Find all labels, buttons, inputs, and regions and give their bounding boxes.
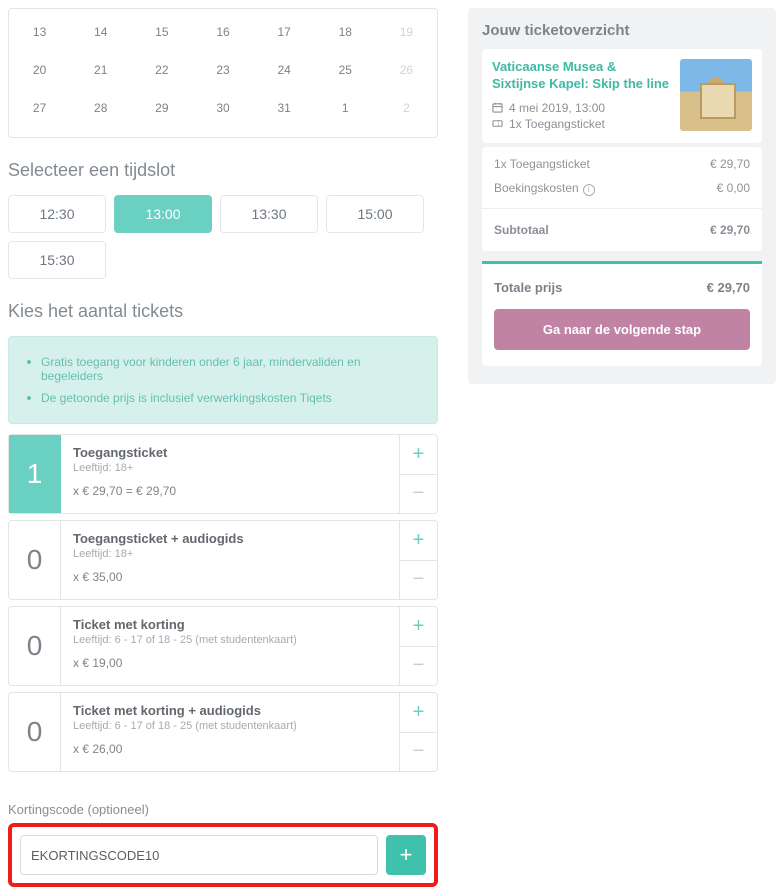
ticket-age: Leeftijd: 18+ <box>73 548 387 560</box>
calendar-day[interactable]: 1 <box>315 89 376 127</box>
ticket-body: Toegangsticket + audiogids Leeftijd: 18+ x… <box>61 521 399 599</box>
calendar-day[interactable]: 30 <box>192 89 253 127</box>
calendar-day[interactable]: 25 <box>315 51 376 89</box>
product-title: Vaticaanse Musea & Sixtijnse Kapel: Skip… <box>492 59 670 93</box>
ticket-price: x € 29,70 = € 29,70 <box>73 484 387 498</box>
calendar-day[interactable]: 17 <box>254 13 315 51</box>
calendar-day[interactable]: 24 <box>254 51 315 89</box>
tickets-heading: Kies het aantal tickets <box>8 301 438 322</box>
product-thumbnail <box>680 59 752 131</box>
cart-subtotal-row: Subtotaal € 29,70 <box>482 208 762 251</box>
calendar-day: 19 <box>376 13 437 51</box>
timeslot-button[interactable]: 15:00 <box>326 195 424 233</box>
ticket-icon <box>492 118 503 129</box>
timeslot-heading: Selecteer een tijdslot <box>8 160 438 181</box>
product-date: 4 mei 2019, 13:00 <box>509 101 605 115</box>
ticket-row: 0 Ticket met korting Leeftijd: 6 - 17 of 1… <box>8 606 438 686</box>
ticket-body: Ticket met korting Leeftijd: 6 - 17 of 18… <box>61 607 399 685</box>
ticket-price: x € 35,00 <box>73 570 387 584</box>
total-value: € 29,70 <box>707 280 750 295</box>
info-line: De getoonde prijs is inclusief verwerkin… <box>27 387 419 409</box>
coupon-label: Kortingscode (optioneel) <box>8 802 438 817</box>
ticket-price: x € 26,00 <box>73 742 387 756</box>
coupon-highlight: + <box>8 823 438 887</box>
ticket-qty: 1 <box>9 435 61 513</box>
ticket-name: Toegangsticket + audiogids <box>73 531 387 546</box>
ticket-minus-button[interactable]: − <box>400 733 437 772</box>
calendar-day[interactable]: 22 <box>131 51 192 89</box>
ticket-minus-button[interactable]: − <box>400 561 437 600</box>
calendar-day[interactable]: 14 <box>70 13 131 51</box>
ticket-minus-button[interactable]: − <box>400 647 437 686</box>
cart-line-item: 1x Toegangsticket € 29,70 <box>482 147 762 171</box>
calendar-day[interactable]: 29 <box>131 89 192 127</box>
cart-total-bar: Totale prijs € 29,70 Ga naar de volgende… <box>482 261 762 366</box>
calendar-day[interactable]: 23 <box>192 51 253 89</box>
subtotal-value: € 29,70 <box>710 223 750 237</box>
calendar-day: 26 <box>376 51 437 89</box>
ticket-minus-button[interactable]: − <box>400 475 437 514</box>
ticket-body: Toegangsticket Leeftijd: 18+ x € 29,70 = €… <box>61 435 399 513</box>
ticket-qty: 0 <box>9 521 61 599</box>
ticket-body: Ticket met korting + audiogids Leeftijd: … <box>61 693 399 771</box>
ticket-plus-button[interactable]: + <box>400 521 437 561</box>
cart-title: Jouw ticketoverzicht <box>482 22 762 39</box>
cart-product: Vaticaanse Musea & Sixtijnse Kapel: Skip… <box>482 49 762 143</box>
line-value: € 0,00 <box>717 181 750 196</box>
total-label: Totale prijs <box>494 280 562 295</box>
ticket-controls: +− <box>399 435 437 513</box>
calendar-day[interactable]: 21 <box>70 51 131 89</box>
product-qty: 1x Toegangsticket <box>509 117 605 131</box>
calendar-day[interactable]: 16 <box>192 13 253 51</box>
timeslot-list: 12:3013:0013:3015:00 15:30 <box>8 195 438 279</box>
calendar: 13141516171819 20212223242526 272829303112 <box>8 8 438 138</box>
line-value: € 29,70 <box>710 157 750 171</box>
cart-lines: 1x Toegangsticket € 29,70 Boekingskosteni €… <box>482 147 762 251</box>
ticket-price: x € 19,00 <box>73 656 387 670</box>
line-label: Boekingskosteni <box>494 181 595 196</box>
coupon-input[interactable] <box>20 835 378 875</box>
info-box: Gratis toegang voor kinderen onder 6 jaa… <box>8 336 438 424</box>
calendar-icon <box>492 102 503 113</box>
timeslot-button[interactable]: 13:00 <box>114 195 212 233</box>
coupon-apply-button[interactable]: + <box>386 835 426 875</box>
info-icon[interactable]: i <box>583 184 595 196</box>
ticket-qty: 0 <box>9 693 61 771</box>
ticket-plus-button[interactable]: + <box>400 693 437 733</box>
calendar-day: 2 <box>376 89 437 127</box>
line-label: 1x Toegangsticket <box>494 157 590 171</box>
timeslot-button[interactable]: 12:30 <box>8 195 106 233</box>
ticket-qty: 0 <box>9 607 61 685</box>
ticket-controls: +− <box>399 521 437 599</box>
calendar-day[interactable]: 18 <box>315 13 376 51</box>
ticket-controls: +− <box>399 693 437 771</box>
timeslot-button[interactable]: 15:30 <box>8 241 106 279</box>
ticket-row: 0 Ticket met korting + audiogids Leeftijd:… <box>8 692 438 772</box>
ticket-name: Toegangsticket <box>73 445 387 460</box>
subtotal-label: Subtotaal <box>494 223 549 237</box>
ticket-name: Ticket met korting + audiogids <box>73 703 387 718</box>
ticket-age: Leeftijd: 6 - 17 of 18 - 25 (met student… <box>73 634 387 646</box>
ticket-name: Ticket met korting <box>73 617 387 632</box>
calendar-day[interactable]: 28 <box>70 89 131 127</box>
timeslot-button[interactable]: 13:30 <box>220 195 318 233</box>
ticket-plus-button[interactable]: + <box>400 435 437 475</box>
info-line: Gratis toegang voor kinderen onder 6 jaa… <box>27 351 419 387</box>
calendar-day[interactable]: 13 <box>9 13 70 51</box>
next-step-button[interactable]: Ga naar de volgende stap <box>494 309 750 350</box>
ticket-controls: +− <box>399 607 437 685</box>
calendar-day[interactable]: 20 <box>9 51 70 89</box>
calendar-day[interactable]: 31 <box>254 89 315 127</box>
cart-line-item: Boekingskosteni € 0,00 <box>482 171 762 196</box>
ticket-row: 1 Toegangsticket Leeftijd: 18+ x € 29,70 = … <box>8 434 438 514</box>
ticket-row: 0 Toegangsticket + audiogids Leeftijd: 18+… <box>8 520 438 600</box>
cart-panel: Jouw ticketoverzicht Vaticaanse Musea & … <box>468 8 776 384</box>
ticket-plus-button[interactable]: + <box>400 607 437 647</box>
ticket-age: Leeftijd: 18+ <box>73 462 387 474</box>
calendar-day[interactable]: 27 <box>9 89 70 127</box>
calendar-day[interactable]: 15 <box>131 13 192 51</box>
ticket-age: Leeftijd: 6 - 17 of 18 - 25 (met student… <box>73 720 387 732</box>
